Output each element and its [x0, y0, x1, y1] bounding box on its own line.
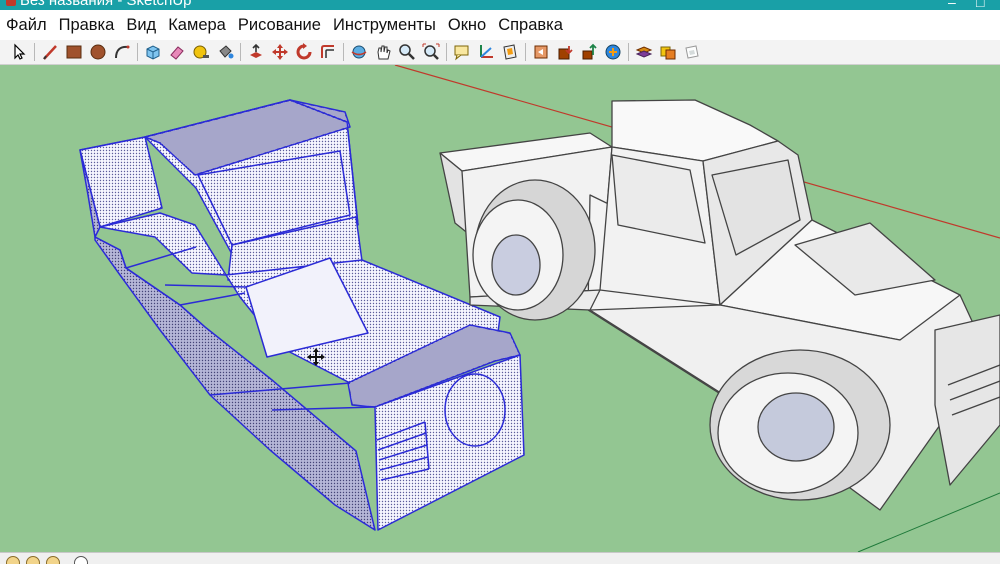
share-model-icon[interactable] — [578, 41, 600, 63]
toolbar-separator — [343, 43, 344, 61]
arc-tool-icon[interactable] — [111, 41, 133, 63]
sketchup-logo-icon — [6, 0, 16, 6]
model-scene — [79, 65, 1000, 552]
menu-bar: Файл Правка Вид Камера Рисование Инструм… — [0, 10, 1000, 40]
toolbar-separator — [137, 43, 138, 61]
extension-warehouse-icon[interactable] — [602, 41, 624, 63]
line-tool-icon[interactable] — [39, 41, 61, 63]
toolbar-separator — [240, 43, 241, 61]
section-plane-icon[interactable] — [499, 41, 521, 63]
drawing-viewport[interactable] — [0, 65, 1000, 552]
menu-tools[interactable]: Инструменты — [327, 16, 442, 35]
previous-view-icon[interactable] — [530, 41, 552, 63]
menu-edit[interactable]: Правка — [53, 16, 121, 35]
toolbar-separator — [628, 43, 629, 61]
push-pull-icon[interactable] — [245, 41, 267, 63]
menu-help[interactable]: Справка — [492, 16, 569, 35]
toolbar-separator — [34, 43, 35, 61]
make-component-icon[interactable] — [142, 41, 164, 63]
toolbar-separator — [446, 43, 447, 61]
move-icon[interactable] — [269, 41, 291, 63]
zoom-icon[interactable] — [396, 41, 418, 63]
minimize-icon[interactable]: – — [948, 0, 968, 10]
select-tool-icon[interactable] — [8, 41, 30, 63]
pan-icon[interactable] — [372, 41, 394, 63]
get-models-icon[interactable] — [554, 41, 576, 63]
orbit-icon[interactable] — [348, 41, 370, 63]
circle-tool-icon[interactable] — [87, 41, 109, 63]
eraser-icon[interactable] — [166, 41, 188, 63]
menu-file[interactable]: Файл — [0, 16, 53, 35]
window-title: Без названия - SketchUp — [20, 0, 192, 9]
title-bar: Без названия - SketchUp – □ — [0, 0, 1000, 10]
maximize-icon[interactable]: □ — [976, 0, 996, 10]
main-toolbar — [0, 40, 1000, 65]
text-tool-icon[interactable] — [451, 41, 473, 63]
menu-view[interactable]: Вид — [120, 16, 162, 35]
status-bar — [0, 552, 1000, 564]
rotate-icon[interactable] — [293, 41, 315, 63]
menu-draw[interactable]: Рисование — [232, 16, 327, 35]
layers-icon[interactable] — [633, 41, 655, 63]
paint-bucket-icon[interactable] — [214, 41, 236, 63]
scenes-icon[interactable] — [681, 41, 703, 63]
offset-icon[interactable] — [317, 41, 339, 63]
tape-measure-icon[interactable] — [190, 41, 212, 63]
menu-window[interactable]: Окно — [442, 16, 492, 35]
rectangle-tool-icon[interactable] — [63, 41, 85, 63]
toolbar-separator — [525, 43, 526, 61]
axes-tool-icon[interactable] — [475, 41, 497, 63]
truck-front-wheel — [709, 349, 891, 501]
zoom-extents-icon[interactable] — [420, 41, 442, 63]
menu-camera[interactable]: Камера — [162, 16, 232, 35]
styles-icon[interactable] — [657, 41, 679, 63]
